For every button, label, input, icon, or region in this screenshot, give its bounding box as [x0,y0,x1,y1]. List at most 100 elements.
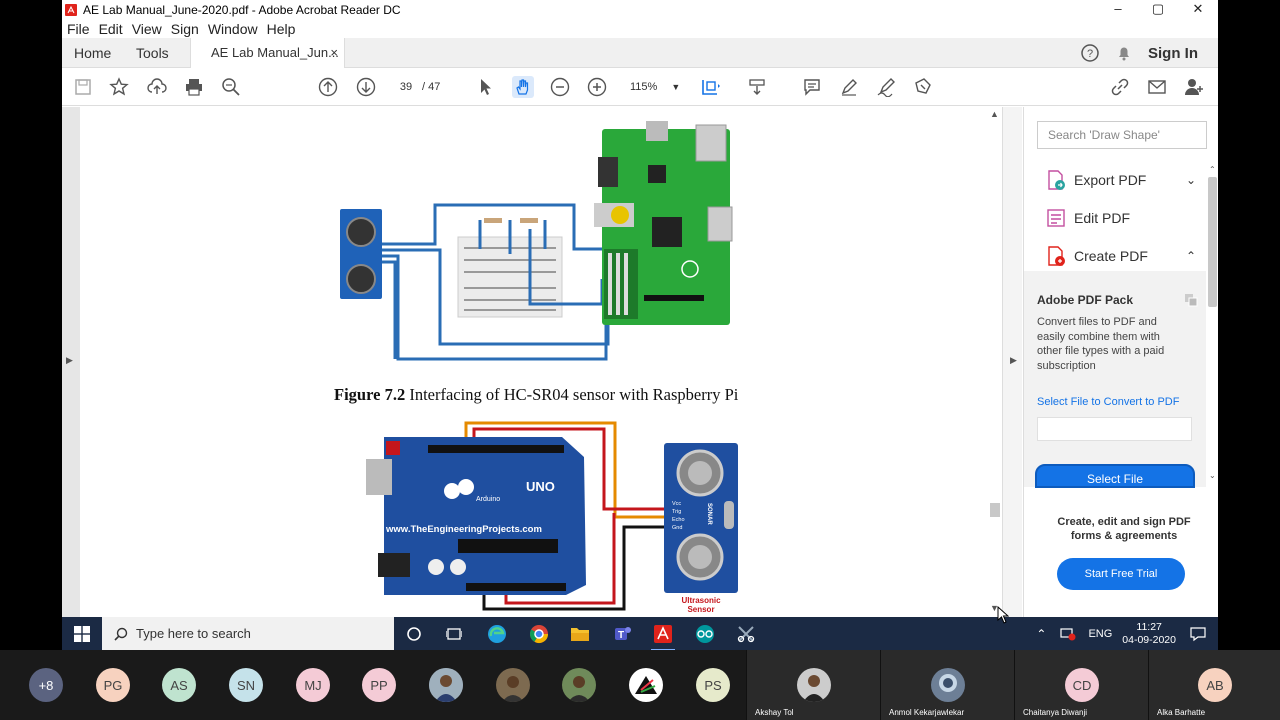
right-letterbox [1218,0,1280,650]
scroll-down-icon[interactable]: ⌄ [1209,471,1216,480]
tab-close-icon[interactable]: × [330,38,338,68]
toolbar: 39 / 47 115% ▼ [62,68,1218,106]
scroll-up-icon[interactable]: ▲ [990,109,999,119]
windows-start-icon[interactable] [62,617,102,650]
tray-chevron-up-icon[interactable]: ⌃ [1036,627,1046,641]
chevron-up-icon: ⌃ [1185,249,1196,263]
file-drop-field[interactable] [1037,417,1192,441]
zoom-in-icon[interactable] [586,76,608,98]
arduino-ide-icon[interactable] [693,622,717,646]
cortana-icon[interactable] [402,622,426,646]
save-icon[interactable] [72,76,94,98]
add-user-icon[interactable] [1183,76,1205,98]
select-file-button[interactable]: Select File [1035,464,1195,488]
redact-stamp-icon[interactable] [912,76,934,98]
start-free-trial-button[interactable]: Start Free Trial [1057,558,1185,590]
participant-avatar[interactable]: PP [362,668,396,702]
document-viewport[interactable]: ▶ Figure 7.2 Interfacing of HC-SR04 sens… [62,107,1022,617]
create-pdf-item[interactable]: Create PDF ⌃ [1046,243,1196,269]
participant-avatar[interactable]: PS [696,668,730,702]
help-icon[interactable]: ? [1080,43,1100,63]
video-tile[interactable]: Anmol Kekarjawlekar [880,650,1014,720]
edit-pdf-item[interactable]: Edit PDF [1046,205,1196,231]
clock-date: 04-09-2020 [1122,633,1176,646]
right-pane-collapse[interactable]: ▶ [1002,107,1022,617]
video-tile[interactable]: CD Chaitanya Diwanji [1014,650,1148,720]
menu-view[interactable]: View [132,20,162,38]
tab-home[interactable]: Home [74,38,111,68]
participant-photo-avatar[interactable] [562,668,596,702]
export-pdf-label: Export PDF [1074,172,1147,188]
email-icon[interactable] [1146,76,1168,98]
video-tile[interactable]: Akshay Tol [746,650,880,720]
sign-pen-icon[interactable] [875,76,897,98]
minimize-button[interactable]: – [1098,0,1138,20]
zoom-search-icon[interactable] [220,76,242,98]
action-center-icon[interactable] [1190,626,1206,642]
menu-file[interactable]: File [67,20,90,38]
left-collapse-arrow-icon[interactable]: ▶ [66,355,73,366]
print-icon[interactable] [183,76,205,98]
scroll-thumb[interactable] [990,503,1000,517]
participant-avatar[interactable]: PG [96,668,130,702]
tools-pane-scrollbar[interactable]: ⌃ ⌄ [1206,165,1218,485]
export-pdf-item[interactable]: Export PDF ⌄ [1046,167,1196,193]
sensor-label-1: Ultrasonic [681,596,721,605]
pdf-pack-description: Convert files to PDF and easily combine … [1037,316,1165,372]
share-link-icon[interactable] [1109,76,1131,98]
participant-avatar[interactable]: SN [229,668,263,702]
participant-photo-avatar[interactable] [429,668,463,702]
menu-window[interactable]: Window [208,20,258,38]
title-bar: AE Lab Manual_June-2020.pdf - Adobe Acro… [62,0,1218,20]
teams-icon[interactable]: T [610,622,634,646]
select-file-link[interactable]: Select File to Convert to PDF [1037,396,1179,408]
arduino-brand: UNO [526,479,555,494]
next-page-icon[interactable] [355,76,377,98]
acrobat-taskbar-icon[interactable] [651,622,675,650]
upload-cloud-icon[interactable] [146,76,168,98]
taskbar-clock[interactable]: 11:27 04-09-2020 [1122,621,1176,647]
language-indicator[interactable]: ENG [1088,628,1112,640]
tab-tools[interactable]: Tools [136,38,169,68]
page-number-input[interactable]: 39 [394,77,418,97]
participant-avatar[interactable]: MJ [296,668,330,702]
participant-avatar: CD [1065,668,1099,702]
previous-page-icon[interactable] [317,76,339,98]
fit-page-icon[interactable] [699,76,721,98]
tab-document[interactable]: AE Lab Manual_Jun... × [190,38,345,68]
scroll-mode-icon[interactable] [746,76,768,98]
close-window-button[interactable]: ✕ [1178,0,1218,20]
video-tile-name: Chaitanya Diwanji [1023,708,1088,717]
collapse-arrow-icon[interactable]: ▶ [1010,355,1017,366]
notification-bell-icon[interactable] [1114,43,1134,63]
restore-button[interactable]: ▢ [1138,0,1178,20]
task-view-icon[interactable] [442,622,466,646]
hand-tool-icon[interactable] [512,76,534,98]
participant-photo-avatar[interactable] [629,668,663,702]
tools-search-input[interactable]: Search 'Draw Shape' [1037,121,1207,149]
participant-photo-avatar[interactable] [496,668,530,702]
snipping-tool-icon[interactable] [734,622,758,646]
more-participants-button[interactable]: +8 [29,668,63,702]
comment-icon[interactable] [801,76,823,98]
pin-vcc: Vcc [672,501,681,507]
zoom-select[interactable]: 115% ▼ [622,77,682,97]
scroll-up-icon[interactable]: ⌃ [1209,165,1216,174]
tools-pane-scroll-thumb[interactable] [1208,177,1217,307]
bookmark-star-icon[interactable] [108,76,130,98]
participant-avatar[interactable]: AS [162,668,196,702]
chrome-browser-icon[interactable] [527,622,551,646]
video-tile[interactable]: AB Alka Barhatte [1148,650,1280,720]
sign-in-button[interactable]: Sign In [1148,45,1198,62]
select-cursor-icon[interactable] [475,76,497,98]
edge-browser-icon[interactable] [485,622,509,646]
document-scrollbar[interactable]: ▲ ▼ [988,107,1002,617]
menu-edit[interactable]: Edit [99,20,123,38]
menu-sign[interactable]: Sign [171,20,199,38]
zoom-out-icon[interactable] [549,76,571,98]
taskbar-search-box[interactable]: Type here to search [102,617,394,650]
highlight-pen-icon[interactable] [838,76,860,98]
file-explorer-icon[interactable] [568,622,592,646]
menu-help[interactable]: Help [267,20,296,38]
network-icon[interactable] [1060,627,1076,641]
